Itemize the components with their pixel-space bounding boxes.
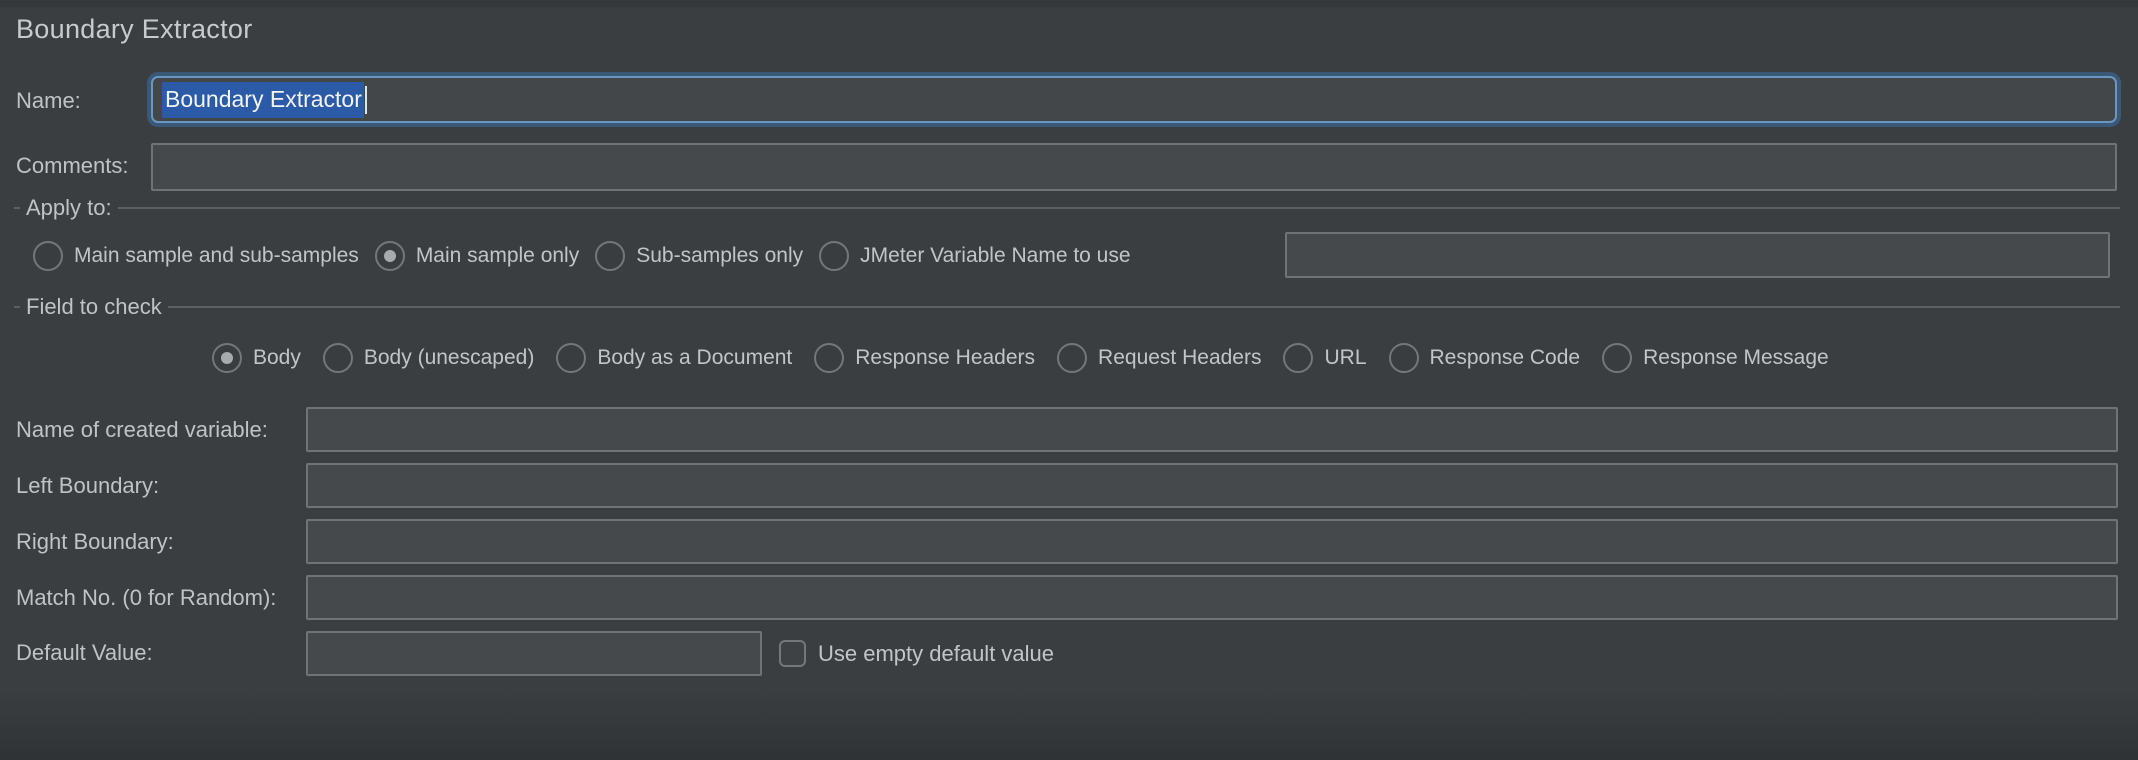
radio-icon[interactable]: [819, 241, 849, 271]
radio-label: URL: [1324, 346, 1366, 370]
radio-icon[interactable]: [1602, 343, 1632, 373]
use-empty-default-checkbox[interactable]: [779, 640, 806, 667]
radio-label: Body: [253, 346, 301, 370]
panel-bottom-shade: [0, 690, 2138, 760]
extractor-field-row: Name of created variable:: [0, 407, 2118, 452]
name-of-created-variable-label: Name of created variable:: [16, 417, 268, 443]
radio-label: Response Headers: [855, 346, 1035, 370]
radio-body[interactable]: Body: [212, 343, 301, 373]
group-border-line: [168, 306, 2120, 308]
extractor-fields: Name of created variable: Left Boundary: R…: [0, 407, 2118, 631]
radio-icon[interactable]: [1389, 343, 1419, 373]
comments-label: Comments:: [16, 153, 128, 179]
name-label: Name:: [16, 88, 81, 114]
name-input-selected-text: Boundary Extractor: [162, 82, 364, 118]
radio-label: Request Headers: [1098, 346, 1261, 370]
radio-icon[interactable]: [323, 343, 353, 373]
radio-main-sample-and-sub-samples[interactable]: Main sample and sub-samples: [33, 241, 359, 271]
extractor-field-row: Left Boundary:: [0, 463, 2118, 508]
group-border-line: [118, 207, 2120, 209]
name-input[interactable]: Boundary Extractor: [151, 76, 2117, 123]
page-title: Boundary Extractor: [16, 14, 253, 45]
radio-body-as-a-document[interactable]: Body as a Document: [556, 343, 792, 373]
radio-icon[interactable]: [1283, 343, 1313, 373]
radio-icon[interactable]: [814, 343, 844, 373]
default-value-input[interactable]: [306, 631, 762, 676]
right-boundary-input[interactable]: [306, 519, 2118, 564]
radio-label: Response Message: [1643, 346, 1829, 370]
text-caret: [365, 86, 367, 114]
left-boundary-label: Left Boundary:: [16, 473, 159, 499]
radio-sub-samples-only[interactable]: Sub-samples only: [595, 241, 803, 271]
radio-jmeter-variable-name-to-use[interactable]: JMeter Variable Name to use: [819, 241, 1130, 271]
radio-main-sample-only[interactable]: Main sample only: [375, 241, 579, 271]
group-border-line: [14, 207, 20, 209]
extractor-field-row: Match No. (0 for Random):: [0, 575, 2118, 620]
radio-response-code[interactable]: Response Code: [1389, 343, 1581, 373]
radio-icon[interactable]: [212, 343, 242, 373]
radio-label: Response Code: [1430, 346, 1581, 370]
radio-body-unescaped[interactable]: Body (unescaped): [323, 343, 534, 373]
radio-response-message[interactable]: Response Message: [1602, 343, 1829, 373]
radio-url[interactable]: URL: [1283, 343, 1366, 373]
apply-to-group-header: Apply to:: [14, 194, 2120, 222]
comments-input[interactable]: [151, 143, 2117, 191]
apply-to-legend: Apply to:: [25, 195, 118, 221]
radio-label: Body (unescaped): [364, 346, 534, 370]
name-of-created-variable-input[interactable]: [306, 407, 2118, 452]
radio-label: Main sample and sub-samples: [74, 244, 359, 268]
radio-icon[interactable]: [556, 343, 586, 373]
jmeter-variable-name-input[interactable]: [1285, 232, 2110, 278]
radio-label: JMeter Variable Name to use: [860, 244, 1130, 268]
apply-to-radio-group: Main sample and sub-samples Main sample o…: [33, 233, 1131, 279]
right-boundary-label: Right Boundary:: [16, 529, 174, 555]
radio-request-headers[interactable]: Request Headers: [1057, 343, 1261, 373]
radio-icon[interactable]: [1057, 343, 1087, 373]
radio-response-headers[interactable]: Response Headers: [814, 343, 1035, 373]
radio-label: Body as a Document: [597, 346, 792, 370]
use-empty-default-label: Use empty default value: [818, 640, 1054, 667]
radio-icon[interactable]: [375, 241, 405, 271]
field-to-check-legend: Field to check: [25, 294, 168, 320]
window-top-band: [0, 0, 2138, 7]
extractor-field-row: Right Boundary:: [0, 519, 2118, 564]
radio-icon[interactable]: [33, 241, 63, 271]
field-to-check-group-header: Field to check: [14, 293, 2120, 321]
field-to-check-radio-group: Body Body (unescaped) Body as a Document Re…: [212, 335, 1829, 381]
radio-icon[interactable]: [595, 241, 625, 271]
default-value-label: Default Value:: [16, 640, 153, 666]
match-no-0-for-random-input[interactable]: [306, 575, 2118, 620]
left-boundary-input[interactable]: [306, 463, 2118, 508]
radio-label: Main sample only: [416, 244, 579, 268]
radio-label: Sub-samples only: [636, 244, 803, 268]
group-border-line: [14, 306, 20, 308]
match-no-0-for-random-label: Match No. (0 for Random):: [16, 585, 276, 611]
